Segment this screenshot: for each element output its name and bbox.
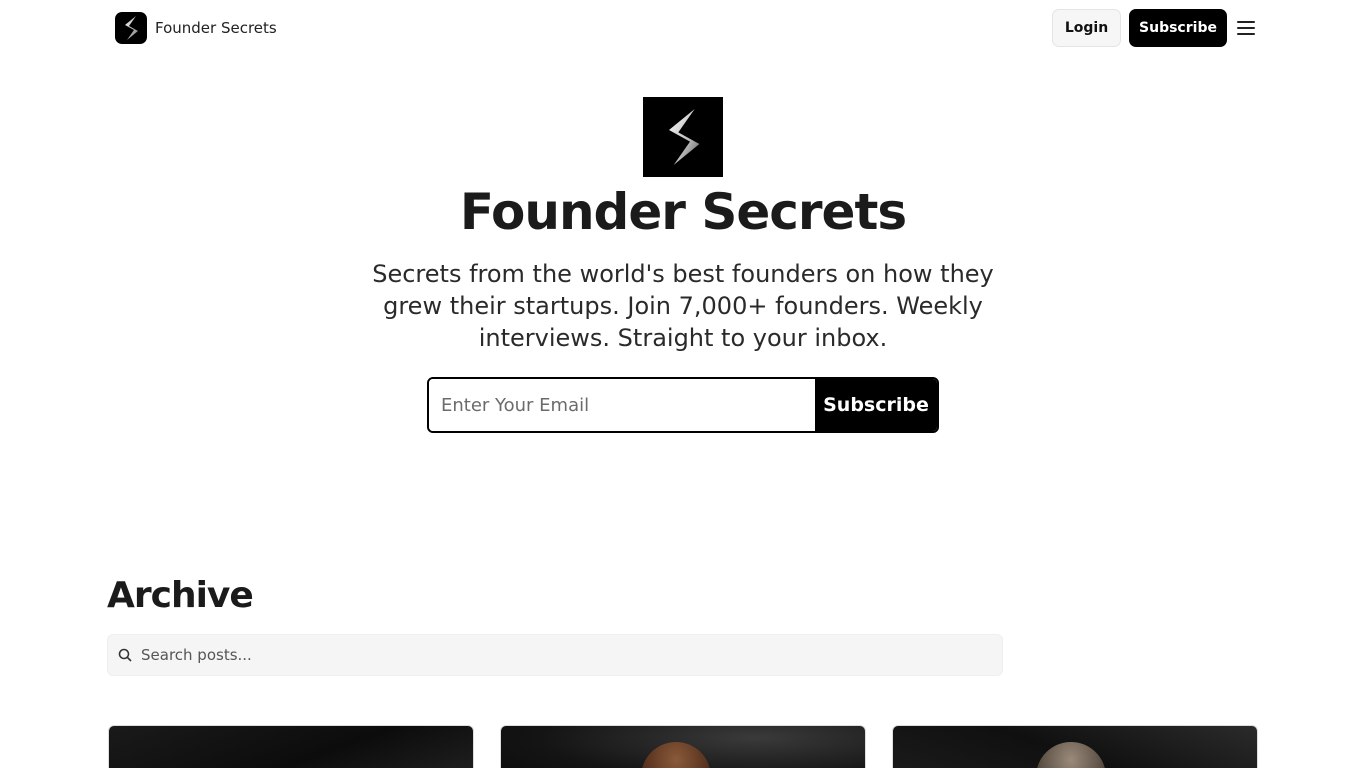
hero-title: Founder Secrets — [459, 183, 907, 241]
brand-link[interactable]: Founder Secrets — [115, 12, 277, 44]
hero-logo-icon — [643, 97, 723, 177]
brand-logo-icon — [115, 12, 147, 44]
search-icon — [118, 648, 132, 662]
search-bar[interactable] — [107, 634, 1003, 676]
founder-portrait — [641, 742, 711, 768]
post-card-image[interactable] — [108, 725, 474, 768]
search-input[interactable] — [141, 646, 1002, 664]
login-button[interactable]: Login — [1052, 9, 1121, 47]
archive-title: Archive — [107, 575, 254, 616]
top-nav: Founder Secrets Login Subscribe — [0, 0, 1366, 56]
post-card-image[interactable] — [892, 725, 1258, 768]
email-signup-form: Subscribe — [427, 377, 939, 433]
menu-icon[interactable] — [1236, 18, 1256, 38]
post-card-image[interactable] — [500, 725, 866, 768]
brand-name: Founder Secrets — [155, 19, 277, 37]
founder-portrait — [1036, 742, 1106, 768]
subscribe-button[interactable]: Subscribe — [815, 379, 937, 431]
email-input[interactable] — [429, 379, 815, 431]
subscribe-button-nav[interactable]: Subscribe — [1129, 9, 1227, 47]
hero-description: Secrets from the world's best founders o… — [372, 260, 994, 352]
